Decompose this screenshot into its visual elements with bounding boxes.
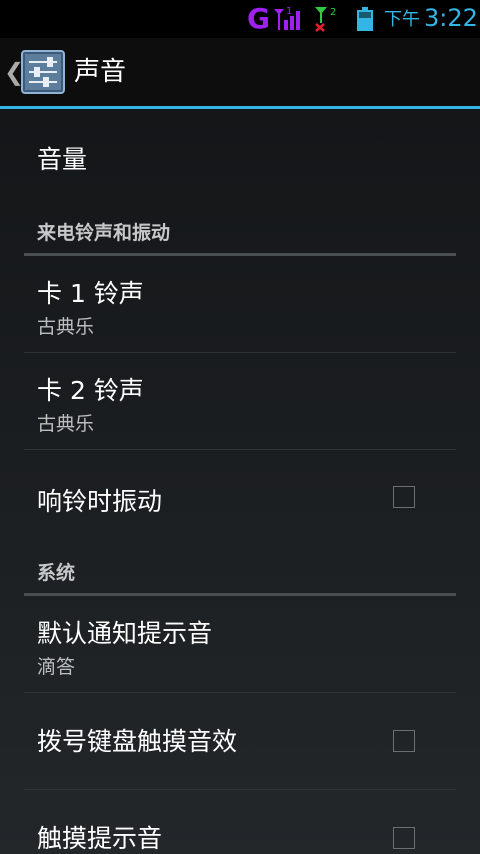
dial-pad-tones-item[interactable]: 拨号键盘触摸音效 — [24, 693, 456, 790]
default-notification-item[interactable]: 默认通知提示音 滴答 — [24, 596, 456, 693]
sim2-ringtone-item[interactable]: 卡 2 铃声 古典乐 — [24, 353, 456, 450]
time-period-label: 下午 — [384, 9, 420, 30]
category-system: 系统 — [24, 547, 456, 596]
sim2-ringtone-title: 卡 2 铃声 — [37, 376, 144, 405]
clock: 3:22 — [424, 4, 478, 32]
category-incoming-label: 来电铃声和振动 — [37, 222, 171, 244]
sim2-ringtone-summary: 古典乐 — [37, 413, 95, 435]
sim1-ringtone-summary: 古典乐 — [37, 316, 95, 338]
network-type-indicator: G — [247, 2, 270, 35]
default-notification-summary: 滴答 — [37, 656, 76, 678]
category-incoming-calls: 来电铃声和振动 — [24, 207, 456, 256]
svg-text:1: 1 — [286, 6, 292, 17]
signal-sim1-icon: 1 — [272, 5, 306, 31]
touch-sounds-checkbox[interactable] — [393, 827, 415, 849]
sim1-ringtone-title: 卡 1 铃声 — [37, 279, 144, 308]
settings-sliders-icon[interactable] — [21, 50, 65, 94]
signal-sim2-no-service-icon: 2 — [314, 4, 340, 32]
dial-pad-tones-checkbox[interactable] — [393, 730, 415, 752]
category-system-label: 系统 — [37, 562, 76, 584]
status-bar: G 1 2 下午 3:22 — [0, 0, 480, 38]
svg-text:2: 2 — [330, 7, 336, 18]
touch-sounds-title: 触摸提示音 — [37, 824, 163, 853]
vibrate-on-ring-title: 响铃时振动 — [37, 487, 163, 516]
vibrate-on-ring-checkbox[interactable] — [393, 486, 415, 508]
default-notification-title: 默认通知提示音 — [37, 619, 213, 648]
vibrate-on-ring-item[interactable]: 响铃时振动 — [24, 450, 456, 547]
page-title: 声音 — [74, 57, 127, 87]
battery-icon — [356, 7, 374, 31]
volume-title: 音量 — [37, 145, 88, 174]
settings-list: 音量 来电铃声和振动 卡 1 铃声 古典乐 卡 2 铃声 古典乐 响铃时振动 系… — [0, 109, 480, 854]
sim1-ringtone-item[interactable]: 卡 1 铃声 古典乐 — [24, 256, 456, 353]
dial-pad-tones-title: 拨号键盘触摸音效 — [37, 727, 238, 756]
volume-item[interactable]: 音量 — [24, 109, 456, 207]
touch-sounds-item[interactable]: 触摸提示音 — [24, 790, 456, 854]
action-bar: ❮ 声音 — [0, 38, 480, 106]
